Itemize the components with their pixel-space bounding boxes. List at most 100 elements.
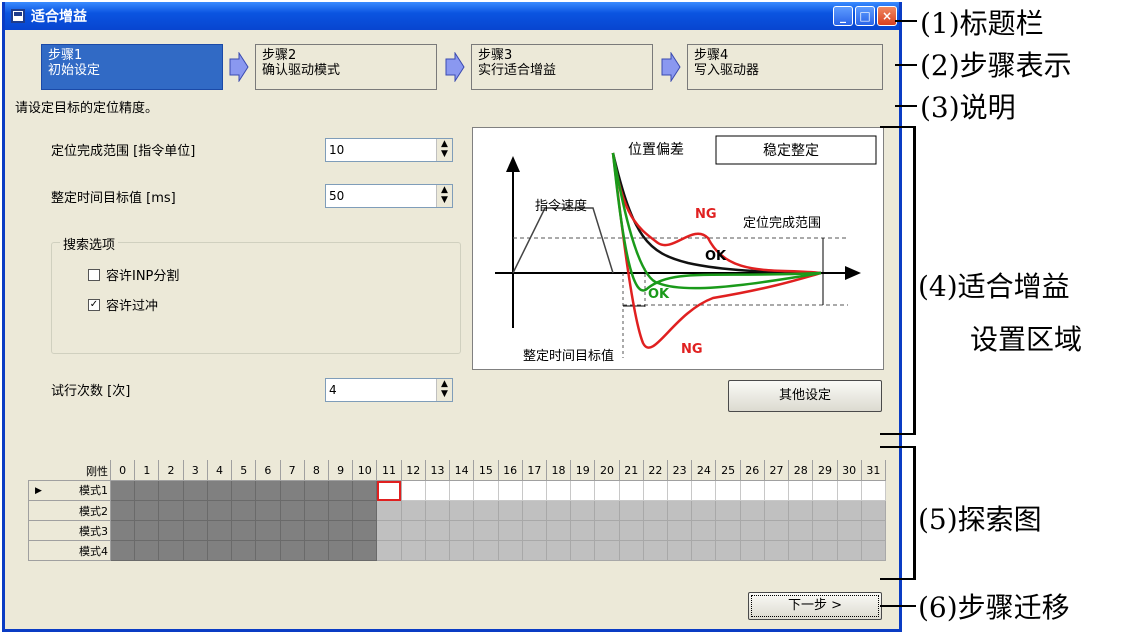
search-map-cell[interactable]: [545, 540, 572, 561]
search-map-cell[interactable]: [860, 540, 887, 561]
search-map-cell[interactable]: [400, 540, 426, 561]
search-map-cell[interactable]: [424, 500, 451, 521]
search-map-cell[interactable]: [763, 500, 790, 521]
search-map-cell[interactable]: [618, 520, 644, 541]
search-map-cell[interactable]: [521, 520, 547, 541]
search-map-cell[interactable]: [667, 480, 693, 501]
search-map-cell[interactable]: [788, 480, 814, 501]
search-map-cell[interactable]: [279, 540, 305, 561]
search-map-cell[interactable]: [158, 480, 184, 501]
search-map-cell[interactable]: [400, 480, 426, 501]
search-map-cell[interactable]: [860, 480, 887, 501]
search-map-cell[interactable]: [812, 540, 838, 561]
search-map-cell[interactable]: [812, 520, 838, 541]
search-map-cell[interactable]: [473, 500, 499, 521]
search-map-cell[interactable]: [303, 500, 329, 521]
search-map-cell[interactable]: [206, 500, 233, 521]
search-map-cell[interactable]: [545, 480, 572, 501]
search-map-cell[interactable]: [667, 540, 693, 561]
search-map-cell[interactable]: [279, 480, 305, 501]
search-map-cell[interactable]: [352, 480, 378, 501]
search-map-cell[interactable]: [134, 540, 160, 561]
search-map-cell[interactable]: [158, 540, 184, 561]
search-map-cell[interactable]: [303, 480, 329, 501]
search-map-cell[interactable]: [860, 520, 887, 541]
search-map-cell[interactable]: [473, 540, 499, 561]
search-map-cell[interactable]: [715, 540, 741, 561]
search-map-cell[interactable]: [279, 500, 305, 521]
search-map-cell[interactable]: [473, 480, 499, 501]
allow-inp-split-checkbox[interactable]: 容许INP分割: [88, 265, 179, 284]
search-map-cell[interactable]: [424, 520, 451, 541]
search-map-cell[interactable]: [763, 540, 790, 561]
inp-range-input[interactable]: 10 ▲ ▼: [325, 138, 453, 162]
search-map-cell[interactable]: [449, 480, 475, 501]
search-map-cell[interactable]: [836, 480, 862, 501]
search-map-cell[interactable]: [570, 500, 596, 521]
search-map-cell[interactable]: [182, 480, 208, 501]
search-map-cell[interactable]: [206, 540, 233, 561]
search-map-cell[interactable]: [424, 540, 451, 561]
search-map-cell[interactable]: [763, 520, 790, 541]
search-map-cell[interactable]: [134, 500, 160, 521]
search-map-cell[interactable]: [255, 520, 281, 541]
search-map-cell[interactable]: [739, 520, 765, 541]
search-map-cell[interactable]: [715, 500, 741, 521]
search-map-cell[interactable]: [449, 520, 475, 541]
search-map-cell[interactable]: [788, 500, 814, 521]
search-map-cell[interactable]: [376, 520, 402, 541]
search-map-cell[interactable]: [400, 500, 426, 521]
search-map-cell[interactable]: [473, 520, 499, 541]
search-map-cell[interactable]: [521, 480, 547, 501]
search-map-cell[interactable]: [255, 540, 281, 561]
search-map-cell[interactable]: [231, 480, 257, 501]
search-map-cell[interactable]: [327, 520, 354, 541]
search-map-cell[interactable]: [545, 520, 572, 541]
search-map-cell[interactable]: [134, 520, 160, 541]
search-map-cell[interactable]: [521, 540, 547, 561]
search-map-cell[interactable]: [812, 500, 838, 521]
search-map-cell[interactable]: [182, 520, 208, 541]
search-map-cell[interactable]: [667, 500, 693, 521]
search-map-cell[interactable]: [763, 480, 790, 501]
search-map-cell[interactable]: [231, 520, 257, 541]
search-map-cell[interactable]: [327, 480, 354, 501]
search-map-cell[interactable]: [836, 540, 862, 561]
search-map-cell[interactable]: [642, 500, 669, 521]
search-map-cell[interactable]: [352, 520, 378, 541]
search-map-cell[interactable]: [812, 480, 838, 501]
search-map-cell[interactable]: [231, 500, 257, 521]
search-map-cell[interactable]: [642, 540, 669, 561]
search-map-cell[interactable]: [788, 520, 814, 541]
next-button[interactable]: 下一步 >: [748, 592, 882, 620]
search-map-cell[interactable]: [618, 480, 644, 501]
search-map-cell[interactable]: [594, 520, 620, 541]
search-map-cell[interactable]: [352, 540, 378, 561]
settle-time-input[interactable]: 50 ▲ ▼: [325, 184, 453, 208]
search-map-cell[interactable]: [618, 500, 644, 521]
close-button[interactable]: ×: [877, 6, 897, 26]
search-map-cell[interactable]: [376, 540, 402, 561]
search-map-cell[interactable]: [134, 480, 160, 501]
search-map-cell[interactable]: [449, 500, 475, 521]
search-map-cell[interactable]: [109, 480, 136, 501]
search-map-cell[interactable]: [231, 540, 257, 561]
search-map-cell[interactable]: [206, 480, 233, 501]
search-map-cell[interactable]: [739, 540, 765, 561]
search-map-cell[interactable]: [642, 520, 669, 541]
search-map-cell[interactable]: [497, 500, 523, 521]
spin-buttons[interactable]: ▲ ▼: [436, 185, 452, 207]
search-map-cell[interactable]: [836, 500, 862, 521]
search-map-cell[interactable]: [667, 520, 693, 541]
search-map-cell[interactable]: [715, 520, 741, 541]
search-map-cell[interactable]: [182, 540, 208, 561]
search-map-cell[interactable]: [521, 500, 547, 521]
search-map-cell[interactable]: [570, 540, 596, 561]
search-map-cell[interactable]: [642, 480, 669, 501]
search-map-cell[interactable]: [739, 500, 765, 521]
minimize-button[interactable]: _: [833, 6, 853, 26]
search-map-cell[interactable]: [327, 540, 354, 561]
search-map-cell[interactable]: [255, 480, 281, 501]
search-map-cell[interactable]: [691, 480, 717, 501]
search-map-cell[interactable]: [691, 520, 717, 541]
